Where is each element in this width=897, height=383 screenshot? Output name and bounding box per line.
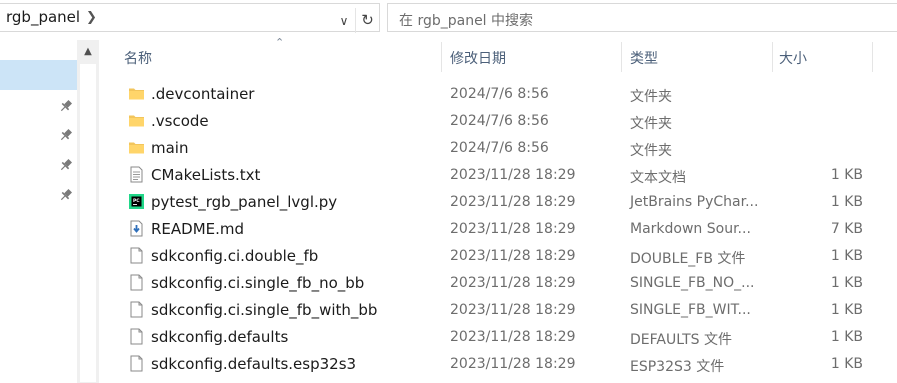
file-type: SINGLE_FB_NO_... [630, 275, 755, 291]
chevron-right-icon[interactable]: ❯ [86, 10, 97, 25]
file-date: 2023/11/28 18:29 [450, 275, 576, 291]
address-bar: rgb_panel ❯ ∨ ↻ 在 rgb_panel 中搜索 [0, 0, 897, 36]
file-row[interactable]: .devcontainer 2024/7/6 8:56 文件夹 [99, 80, 897, 107]
file-size: 1 KB [830, 329, 863, 345]
file-row[interactable]: sdkconfig.ci.single_fb_no_bb 2023/11/28 1… [99, 269, 897, 296]
file-type: SINGLE_FB_WIT... [630, 302, 751, 318]
scroll-up-arrow-icon[interactable]: ▲ [77, 42, 99, 62]
file-type: 文本文档 [630, 170, 686, 186]
file-date: 2023/11/28 18:29 [450, 302, 576, 318]
text-file-icon [128, 166, 145, 183]
navigation-pane: ▲ [0, 36, 99, 383]
file-date: 2024/7/6 8:56 [450, 113, 549, 129]
file-size: 1 KB [830, 302, 863, 318]
folder-icon [128, 85, 145, 102]
folder-icon [128, 139, 145, 156]
file-name: .vscode [151, 112, 209, 130]
pin-icon[interactable] [58, 157, 74, 173]
nav-scrollbar[interactable]: ▲ [77, 40, 99, 383]
file-row[interactable]: main 2024/7/6 8:56 文件夹 [99, 134, 897, 161]
file-icon [128, 301, 145, 318]
markdown-file-icon [128, 220, 145, 237]
file-name: sdkconfig.ci.single_fb_no_bb [151, 274, 365, 292]
folder-icon [128, 112, 145, 129]
file-type: JetBrains PyChar... [630, 194, 759, 210]
file-row[interactable]: .vscode 2024/7/6 8:56 文件夹 [99, 107, 897, 134]
file-size: 1 KB [830, 248, 863, 264]
file-date: 2023/11/28 18:29 [450, 167, 576, 183]
column-header-name[interactable]: 名称 [124, 48, 152, 68]
file-icon [128, 247, 145, 264]
file-date: 2023/11/28 18:29 [450, 356, 576, 372]
file-size: 7 KB [830, 221, 863, 237]
file-row[interactable]: sdkconfig.ci.double_fb 2023/11/28 18:29 DO… [99, 242, 897, 269]
file-name: main [151, 139, 189, 157]
file-size: 1 KB [830, 194, 863, 210]
column-header: ⌃ 名称 修改日期 类型 大小 [99, 36, 897, 74]
column-header-date[interactable]: 修改日期 [450, 48, 506, 68]
pin-icon[interactable] [58, 187, 74, 203]
file-icon [128, 274, 145, 291]
file-size: 1 KB [830, 167, 863, 183]
breadcrumb[interactable]: rgb_panel ❯ ∨ ↻ [0, 3, 380, 33]
file-row[interactable]: sdkconfig.defaults 2023/11/28 18:29 DEFAUL… [99, 323, 897, 350]
file-type: 文件夹 [630, 143, 672, 159]
file-name: sdkconfig.defaults [151, 328, 289, 346]
file-date: 2024/7/6 8:56 [450, 140, 549, 156]
file-size: 1 KB [830, 356, 863, 372]
file-type: ESP32S3 文件 [630, 359, 725, 375]
file-type: 文件夹 [630, 89, 672, 105]
search-placeholder: 在 rgb_panel 中搜索 [399, 13, 534, 29]
pin-icon[interactable] [58, 127, 74, 143]
file-date: 2023/11/28 18:29 [450, 329, 576, 345]
file-date: 2024/7/6 8:56 [450, 86, 549, 102]
file-row[interactable]: PC pytest_rgb_panel_lvgl.py 2023/11/28 18:… [99, 188, 897, 215]
chevron-down-icon[interactable]: ∨ [334, 11, 354, 31]
file-row[interactable]: sdkconfig.defaults.esp32s3 2023/11/28 18:… [99, 350, 897, 377]
search-input[interactable]: 在 rgb_panel 中搜索 [387, 3, 897, 32]
scrollbar-thumb[interactable] [80, 64, 96, 382]
column-divider[interactable] [872, 42, 873, 72]
file-name: sdkconfig.ci.double_fb [151, 247, 319, 265]
file-date: 2023/11/28 18:29 [450, 194, 576, 210]
column-header-type[interactable]: 类型 [630, 48, 658, 68]
file-type: Markdown Sour... [630, 221, 751, 237]
column-divider[interactable] [772, 42, 773, 72]
file-size: 1 KB [830, 275, 863, 291]
file-date: 2023/11/28 18:29 [450, 221, 576, 237]
file-date: 2023/11/28 18:29 [450, 248, 576, 264]
pin-icon[interactable] [58, 98, 74, 114]
file-icon [128, 355, 145, 372]
sort-ascending-icon: ⌃ [275, 36, 285, 49]
file-name: sdkconfig.ci.single_fb_with_bb [151, 301, 378, 319]
file-name: CMakeLists.txt [151, 166, 261, 184]
file-row[interactable]: sdkconfig.ci.single_fb_with_bb 2023/11/28… [99, 296, 897, 323]
file-icon [128, 328, 145, 345]
refresh-icon[interactable]: ↻ [355, 8, 379, 33]
file-name: sdkconfig.defaults.esp32s3 [151, 355, 357, 373]
svg-text:PC: PC [133, 198, 140, 204]
file-name: README.md [151, 220, 245, 238]
nav-item-selected[interactable] [0, 60, 77, 90]
file-type: DOUBLE_FB 文件 [630, 251, 746, 267]
file-type: DEFAULTS 文件 [630, 332, 732, 348]
file-name: pytest_rgb_panel_lvgl.py [151, 193, 338, 211]
column-header-size[interactable]: 大小 [779, 48, 807, 68]
file-row[interactable]: CMakeLists.txt 2023/11/28 18:29 文本文档 1 KB [99, 161, 897, 188]
file-type: 文件夹 [630, 116, 672, 132]
breadcrumb-folder[interactable]: rgb_panel [6, 8, 80, 26]
file-name: .devcontainer [151, 85, 255, 103]
pycharm-file-icon: PC [128, 193, 145, 210]
column-divider[interactable] [441, 42, 442, 72]
column-divider[interactable] [621, 42, 622, 72]
file-row[interactable]: README.md 2023/11/28 18:29 Markdown Sour..… [99, 215, 897, 242]
